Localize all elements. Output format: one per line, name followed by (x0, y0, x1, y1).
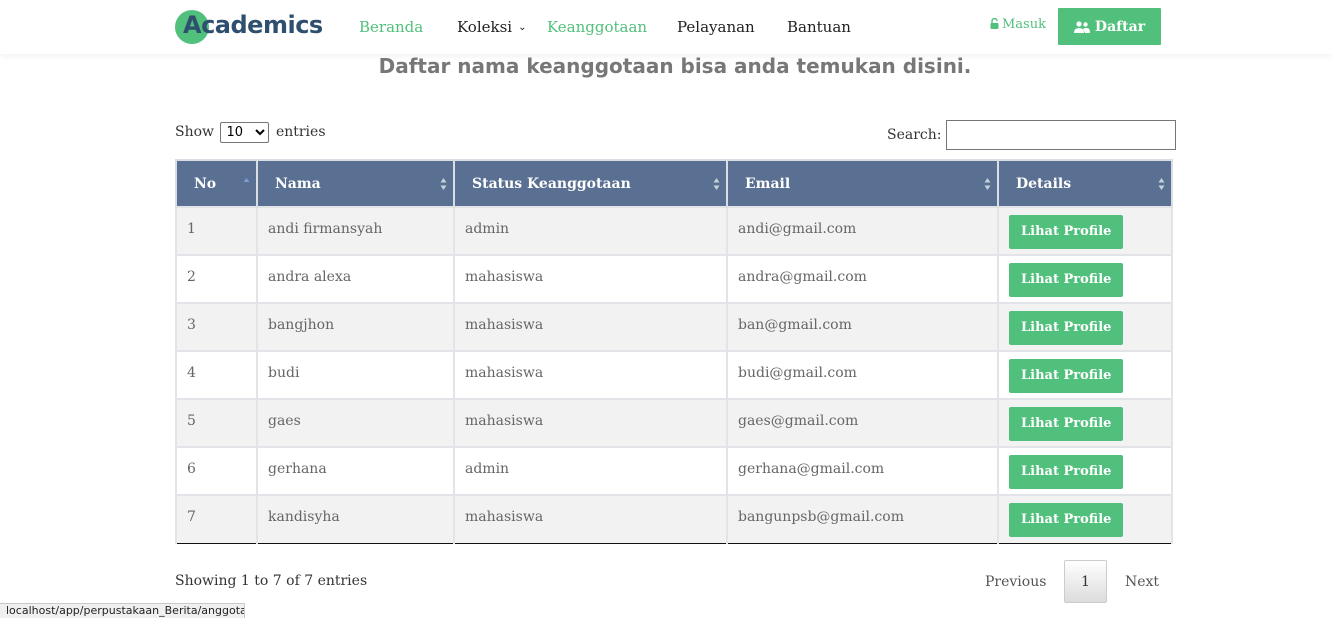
cell-email: bangunpsb@gmail.com (726, 494, 999, 544)
view-profile-button[interactable]: Lihat Profile (1009, 263, 1124, 297)
cell-email: gaes@gmail.com (726, 398, 999, 448)
table-row: 1 andi firmansyah admin andi@gmail.com L… (175, 206, 1173, 256)
table-row: 4 budi mahasiswa budi@gmail.com Lihat Pr… (175, 350, 1173, 400)
members-table: No Nama Status Keanggotaan Email Details (175, 159, 1173, 544)
users-icon (1073, 20, 1090, 33)
column-header-details[interactable]: Details (997, 159, 1173, 207)
table-row: 7 kandisyha mahasiswa bangunpsb@gmail.co… (175, 494, 1173, 544)
view-profile-button[interactable]: Lihat Profile (1009, 407, 1124, 441)
register-label: Daftar (1094, 18, 1146, 35)
cell-details: Lihat Profile (997, 302, 1173, 352)
lock-icon (990, 18, 999, 29)
cell-details: Lihat Profile (997, 494, 1173, 544)
nav-item-koleksi[interactable]: Koleksi ⌄ (457, 18, 526, 36)
cell-nama: budi (256, 350, 455, 400)
next-page-button[interactable]: Next (1125, 574, 1159, 590)
login-link[interactable]: Masuk (990, 17, 1046, 32)
nav-item-keanggotaan[interactable]: Keanggotaan (547, 18, 647, 36)
cell-status: admin (453, 446, 728, 496)
column-header-label: Details (1016, 175, 1072, 192)
table-row: 6 gerhana admin gerhana@gmail.com Lihat … (175, 446, 1173, 496)
page-length-control: Show 10 entries (175, 122, 326, 143)
nav-item-pelayanan[interactable]: Pelayanan (677, 18, 755, 36)
column-header-status[interactable]: Status Keanggotaan (453, 159, 728, 207)
nav-item-beranda[interactable]: Beranda (359, 18, 423, 36)
register-button[interactable]: Daftar (1058, 8, 1161, 45)
cell-email: gerhana@gmail.com (726, 446, 999, 496)
column-header-email[interactable]: Email (726, 159, 999, 207)
cell-status: admin (453, 206, 728, 256)
column-header-no[interactable]: No (175, 159, 258, 207)
sort-icon (440, 178, 447, 190)
search-input[interactable] (946, 120, 1176, 150)
cell-email: andra@gmail.com (726, 254, 999, 304)
sort-icon (713, 178, 720, 190)
search-label: Search: (887, 127, 942, 143)
browser-status-url: localhost/app/perpustakaan_Berita/anggot… (0, 603, 245, 618)
cell-no: 3 (175, 302, 258, 352)
view-profile-button[interactable]: Lihat Profile (1009, 359, 1124, 393)
column-header-label: No (194, 175, 217, 192)
cell-nama: gerhana (256, 446, 455, 496)
view-profile-button[interactable]: Lihat Profile (1009, 455, 1124, 489)
table-row: 2 andra alexa mahasiswa andra@gmail.com … (175, 254, 1173, 304)
cell-status: mahasiswa (453, 494, 728, 544)
cell-no: 1 (175, 206, 258, 256)
cell-details: Lihat Profile (997, 446, 1173, 496)
cell-status: mahasiswa (453, 302, 728, 352)
cell-no: 6 (175, 446, 258, 496)
sort-icon (984, 178, 991, 190)
cell-nama: andra alexa (256, 254, 455, 304)
cell-nama: andi firmansyah (256, 206, 455, 256)
cell-details: Lihat Profile (997, 350, 1173, 400)
cell-nama: bangjhon (256, 302, 455, 352)
cell-email: andi@gmail.com (726, 206, 999, 256)
logo-text: Academics (183, 11, 323, 39)
cell-status: mahasiswa (453, 254, 728, 304)
entries-label: entries (275, 124, 326, 140)
table-row: 3 bangjhon mahasiswa ban@gmail.com Lihat… (175, 302, 1173, 352)
column-header-label: Nama (275, 175, 321, 192)
sort-ascending-icon (243, 178, 250, 182)
cell-email: ban@gmail.com (726, 302, 999, 352)
column-header-nama[interactable]: Nama (256, 159, 455, 207)
view-profile-button[interactable]: Lihat Profile (1009, 503, 1124, 537)
table-header-row: No Nama Status Keanggotaan Email Details (175, 159, 1173, 207)
cell-details: Lihat Profile (997, 398, 1173, 448)
previous-page-button[interactable]: Previous (985, 574, 1046, 590)
page-button-1[interactable]: 1 (1064, 560, 1107, 603)
cell-nama: kandisyha (256, 494, 455, 544)
cell-details: Lihat Profile (997, 254, 1173, 304)
column-header-label: Email (745, 175, 791, 192)
login-label: Masuk (1002, 17, 1046, 32)
cell-no: 2 (175, 254, 258, 304)
cell-no: 4 (175, 350, 258, 400)
table-row: 5 gaes mahasiswa gaes@gmail.com Lihat Pr… (175, 398, 1173, 448)
cell-email: budi@gmail.com (726, 350, 999, 400)
sort-icon (1158, 178, 1165, 190)
nav-item-bantuan[interactable]: Bantuan (787, 18, 851, 36)
cell-no: 5 (175, 398, 258, 448)
chevron-down-icon: ⌄ (518, 22, 527, 33)
table-info: Showing 1 to 7 of 7 entries (175, 573, 368, 589)
cell-nama: gaes (256, 398, 455, 448)
column-header-label: Status Keanggotaan (472, 175, 631, 192)
show-label: Show (175, 124, 215, 140)
view-profile-button[interactable]: Lihat Profile (1009, 215, 1124, 249)
nav-item-koleksi-label: Koleksi (457, 18, 513, 36)
page-subtitle: Daftar nama keanggotaan bisa anda temuka… (378, 54, 972, 78)
view-profile-button[interactable]: Lihat Profile (1009, 311, 1124, 345)
page-length-select[interactable]: 10 (220, 122, 270, 143)
cell-status: mahasiswa (453, 350, 728, 400)
cell-details: Lihat Profile (997, 206, 1173, 256)
navbar: Academics Beranda Koleksi ⌄ Keanggotaan P… (0, 0, 1332, 54)
cell-status: mahasiswa (453, 398, 728, 448)
cell-no: 7 (175, 494, 258, 544)
